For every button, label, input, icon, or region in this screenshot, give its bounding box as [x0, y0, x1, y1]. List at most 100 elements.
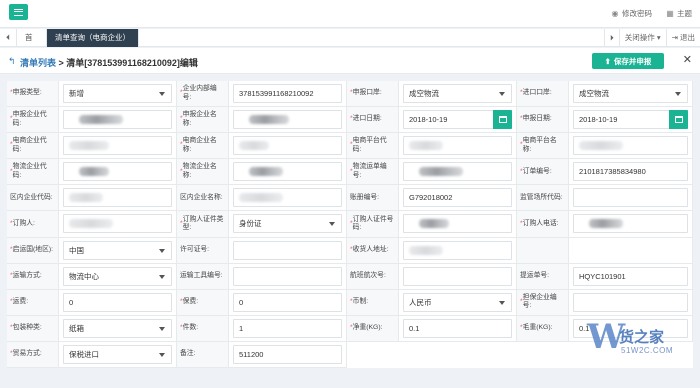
- select-field[interactable]: 物流中心: [63, 266, 172, 286]
- field-label: * 电商平台名称:: [517, 133, 569, 160]
- field-value-cell: 物流中心: [59, 263, 177, 290]
- field-label: * 物流企业名称:: [177, 159, 229, 186]
- save-and-declare-button[interactable]: ⬆ 保存并申报: [592, 53, 664, 69]
- change-password-link[interactable]: ◉ 修改密码: [611, 8, 653, 19]
- text-field[interactable]: [233, 110, 342, 130]
- select-field[interactable]: 成空物流: [573, 84, 688, 103]
- hamburger-icon: [14, 8, 23, 16]
- field-value-cell: [569, 133, 693, 160]
- field-label: * 保费:: [177, 289, 229, 316]
- field-value-text: G792018002: [409, 193, 453, 203]
- text-field[interactable]: 511200: [233, 344, 342, 364]
- menu-toggle-button[interactable]: [9, 4, 28, 20]
- text-field[interactable]: [233, 136, 342, 156]
- select-field[interactable]: 成空物流: [403, 84, 512, 103]
- text-field[interactable]: [63, 214, 172, 234]
- field-value-cell: 2018-10-19: [399, 107, 517, 134]
- text-field[interactable]: [573, 188, 688, 208]
- field-label-text: 电商平台名称:: [522, 137, 557, 153]
- field-label-text: 航班航次号:: [350, 271, 386, 279]
- select-field[interactable]: 身份证: [233, 214, 342, 234]
- field-value-cell: [59, 133, 177, 160]
- text-field[interactable]: 0: [233, 292, 342, 312]
- select-field[interactable]: 纸箱: [63, 318, 172, 338]
- text-field[interactable]: [403, 162, 512, 182]
- redacted-value: [409, 245, 443, 255]
- select-field[interactable]: 新增: [63, 84, 172, 103]
- text-field[interactable]: [403, 266, 512, 286]
- text-field[interactable]: G792018002: [403, 188, 512, 208]
- back-arrow-icon[interactable]: ↰: [8, 56, 16, 67]
- field-value-cell: [229, 159, 347, 186]
- text-field[interactable]: [233, 188, 342, 208]
- field-label: * 申报企业代码:: [7, 107, 59, 134]
- theme-link[interactable]: ▦ 主题: [666, 8, 692, 19]
- field-value-cell: 378153991168210092: [229, 81, 347, 108]
- watermark-text: 货之家: [619, 329, 665, 347]
- field-label: * 订单编号:: [517, 159, 569, 186]
- field-label: * 订购人证件号码:: [347, 211, 399, 238]
- field-label-text: 进口日期:: [352, 115, 382, 123]
- text-field[interactable]: [403, 240, 512, 260]
- text-field[interactable]: [233, 162, 342, 182]
- field-value-cell: 成空物流: [569, 81, 693, 108]
- text-field[interactable]: [403, 136, 512, 156]
- text-field[interactable]: HQYC101901: [573, 266, 688, 286]
- tab-list-query[interactable]: 清单查询（电商企业）✕: [47, 29, 139, 61]
- theme-icon: ▦: [666, 8, 674, 18]
- text-field[interactable]: [573, 214, 688, 234]
- field-label: 许可证号:: [177, 237, 229, 264]
- field-label: * 申报类型:: [7, 81, 59, 108]
- field-value-text: 511200: [239, 349, 264, 359]
- close-page-icon[interactable]: ✕: [683, 53, 692, 67]
- text-field[interactable]: [63, 188, 172, 208]
- field-label: * 电商平台代码:: [347, 133, 399, 160]
- select-field[interactable]: 人民币: [403, 292, 512, 312]
- text-field[interactable]: 2101817385834980: [573, 162, 688, 182]
- watermark-logo: W 货之家 51W2C.COM: [587, 318, 679, 362]
- text-field[interactable]: 1: [233, 318, 342, 338]
- text-field[interactable]: 0.1: [403, 318, 512, 338]
- field-value-text: 0.1: [409, 323, 420, 333]
- tab-scroll-right-button[interactable]: ⏵: [604, 29, 619, 47]
- text-field[interactable]: 378153991168210092: [233, 84, 342, 103]
- text-field[interactable]: [573, 136, 688, 156]
- select-field[interactable]: 保税进口: [63, 344, 172, 364]
- calendar-icon[interactable]: [669, 110, 688, 130]
- field-label-text: 币制:: [352, 298, 369, 306]
- field-label-text: 订购人证件号码:: [352, 215, 394, 232]
- field-value-text: HQYC101901: [579, 271, 626, 281]
- close-ops-dropdown[interactable]: 关闭操作 ▾: [618, 29, 666, 47]
- text-field[interactable]: [63, 110, 172, 130]
- field-label-text: 运输工具编号:: [180, 271, 223, 279]
- text-field[interactable]: [403, 214, 512, 234]
- field-value-cell: [569, 185, 693, 212]
- text-field[interactable]: [63, 162, 172, 182]
- eye-icon: ◉: [611, 8, 619, 18]
- field-label-text: 订购人:: [12, 219, 35, 227]
- redacted-value: [409, 141, 443, 151]
- text-field[interactable]: [573, 292, 688, 312]
- text-field[interactable]: [233, 266, 342, 286]
- text-field[interactable]: [63, 136, 172, 156]
- breadcrumb-current: > 清单[378153991168210092]编辑: [56, 58, 198, 68]
- field-label: 区内企业名称:: [177, 185, 229, 212]
- breadcrumb-list-link[interactable]: 清单列表: [20, 58, 56, 68]
- field-label: * 申报企业名称:: [177, 107, 229, 134]
- date-field[interactable]: 2018-10-19: [573, 110, 688, 130]
- date-field[interactable]: 2018-10-19: [403, 110, 512, 130]
- field-label-text: 许可证号:: [180, 245, 210, 253]
- calendar-icon[interactable]: [493, 110, 512, 130]
- field-label-text: 物流企业名称:: [182, 163, 217, 179]
- select-field[interactable]: 中国: [63, 240, 172, 260]
- text-field[interactable]: 0: [63, 292, 172, 312]
- text-field[interactable]: [233, 240, 342, 260]
- logout-button[interactable]: ⇥ 退出: [665, 29, 700, 47]
- tab-home[interactable]: 首页: [17, 29, 47, 60]
- declaration-form: * 申报类型: 新增 * 企业内部编号: 378153991168210092 * 申报口岸:…: [7, 81, 693, 369]
- field-value-text: 2018-10-19: [409, 115, 448, 125]
- tab-scroll-left-button[interactable]: ⏴: [0, 29, 17, 47]
- field-label-text: 账册编号:: [350, 193, 380, 201]
- field-label: * 毛重(KG):: [517, 315, 569, 342]
- change-password-label: 修改密码: [622, 9, 652, 18]
